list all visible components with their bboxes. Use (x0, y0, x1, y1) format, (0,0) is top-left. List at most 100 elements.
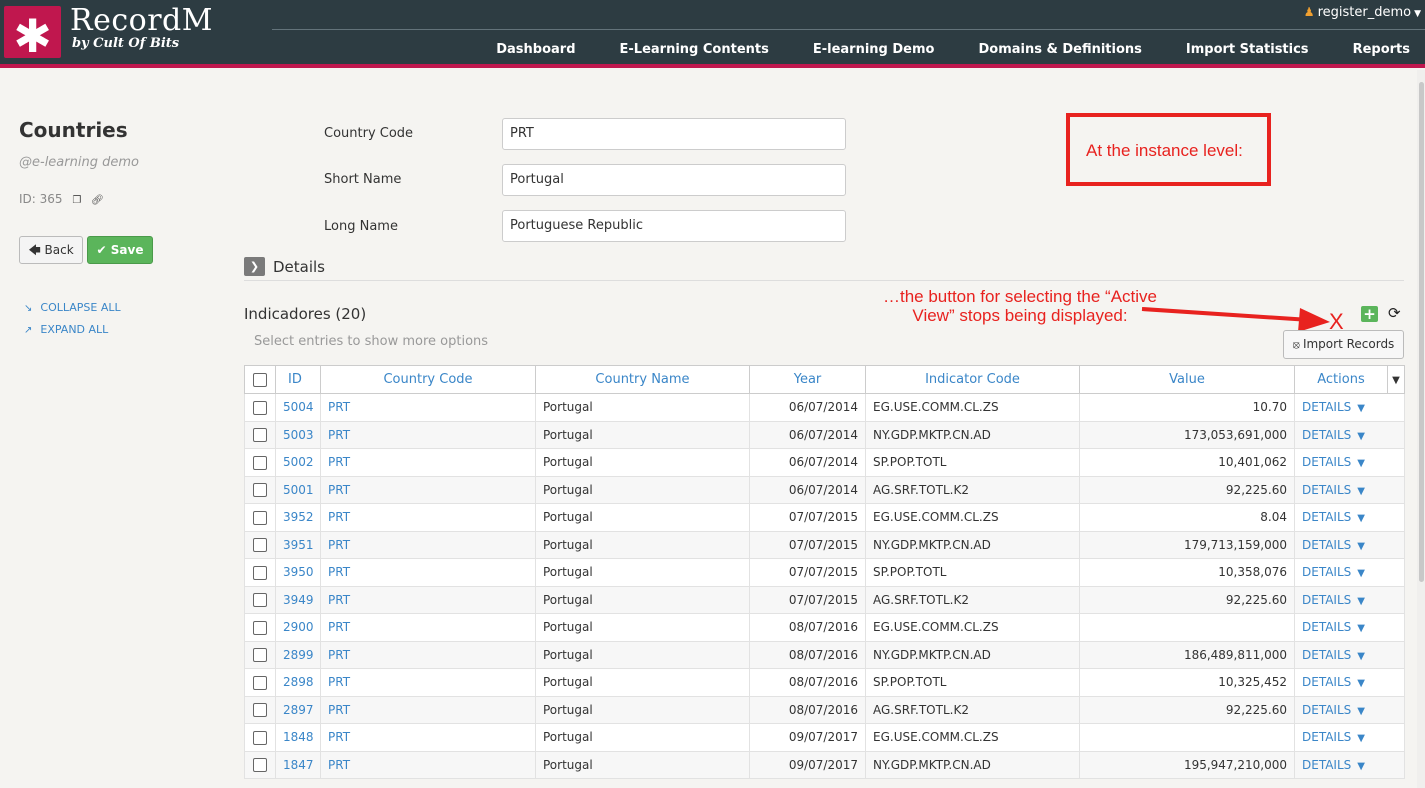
columns-menu-button[interactable]: ▼ (1387, 365, 1405, 394)
details-action[interactable]: DETAILS ▼ (1294, 476, 1405, 504)
save-button[interactable]: ✔ Save (87, 236, 153, 264)
table-row[interactable]: 3950 PRT Portugal 07/07/2015 SP.POP.TOTL 10,3… (244, 558, 1405, 587)
short-name-field[interactable]: Portugal (502, 164, 846, 196)
row-checkbox[interactable] (244, 393, 276, 422)
import-records-button[interactable]: ⦻ Import Records (1283, 330, 1404, 359)
table-row[interactable]: 1847 PRT Portugal 09/07/2017 NY.GDP.MKTP.CN.… (244, 751, 1405, 779)
cell-country-code[interactable]: PRT (320, 751, 536, 779)
table-row[interactable]: 5004 PRT Portugal 06/07/2014 EG.USE.COMM.CL.… (244, 393, 1405, 422)
row-checkbox[interactable] (244, 476, 276, 504)
table-row[interactable]: 3951 PRT Portugal 07/07/2015 NY.GDP.MKTP.CN.… (244, 531, 1405, 559)
table-row[interactable]: 2900 PRT Portugal 08/07/2016 EG.USE.COMM.CL.… (244, 613, 1405, 642)
details-action[interactable]: DETAILS ▼ (1294, 393, 1405, 422)
cell-id[interactable]: 5003 (275, 421, 321, 449)
cell-id[interactable]: 5004 (275, 393, 321, 422)
nav-domains-definitions[interactable]: Domains & Definitions (956, 42, 1163, 57)
cell-id[interactable]: 5001 (275, 476, 321, 504)
user-menu[interactable]: ♟ register_demo ▼ (1304, 5, 1421, 20)
column-header-country-code[interactable]: Country Code (320, 365, 536, 394)
cell-id[interactable]: 2900 (275, 613, 321, 642)
table-row[interactable]: 3949 PRT Portugal 07/07/2015 AG.SRF.TOTL.K2 9… (244, 586, 1405, 614)
row-checkbox[interactable] (244, 503, 276, 532)
details-action[interactable]: DETAILS ▼ (1294, 448, 1405, 477)
details-action[interactable]: DETAILS ▼ (1294, 531, 1405, 559)
back-button[interactable]: 🡄︎ Back (19, 236, 83, 264)
nav-reports[interactable]: Reports (1331, 42, 1425, 57)
table-row[interactable]: 2897 PRT Portugal 08/07/2016 AG.SRF.TOTL.K2 9… (244, 696, 1405, 724)
nav-elearning-contents[interactable]: E-Learning Contents (598, 42, 791, 57)
nav-elearning-demo[interactable]: E-learning Demo (791, 42, 957, 57)
cell-id[interactable]: 2899 (275, 641, 321, 669)
row-checkbox[interactable] (244, 613, 276, 642)
cell-country-code[interactable]: PRT (320, 448, 536, 477)
row-checkbox[interactable] (244, 696, 276, 724)
row-checkbox[interactable] (244, 421, 276, 449)
details-action[interactable]: DETAILS ▼ (1294, 641, 1405, 669)
details-action[interactable]: DETAILS ▼ (1294, 723, 1405, 752)
cell-country-code[interactable]: PRT (320, 531, 536, 559)
cell-country-code[interactable]: PRT (320, 641, 536, 669)
details-action[interactable]: DETAILS ▼ (1294, 613, 1405, 642)
country-code-field[interactable]: PRT (502, 118, 846, 150)
details-action[interactable]: DETAILS ▼ (1294, 668, 1405, 697)
table-row[interactable]: 5002 PRT Portugal 06/07/2014 SP.POP.TOTL 10,4… (244, 448, 1405, 477)
cell-id[interactable]: 3951 (275, 531, 321, 559)
table-row[interactable]: 2899 PRT Portugal 08/07/2016 NY.GDP.MKTP.CN.… (244, 641, 1405, 669)
details-action[interactable]: DETAILS ▼ (1294, 751, 1405, 779)
column-header-country-name[interactable]: Country Name (535, 365, 750, 394)
row-checkbox[interactable] (244, 448, 276, 477)
cell-id[interactable]: 1847 (275, 751, 321, 779)
cell-country-code[interactable]: PRT (320, 586, 536, 614)
details-toggle[interactable]: ❯ Details (244, 257, 325, 276)
cell-country-code[interactable]: PRT (320, 476, 536, 504)
cell-id[interactable]: 3952 (275, 503, 321, 532)
cell-id[interactable]: 2897 (275, 696, 321, 724)
cell-country-code[interactable]: PRT (320, 613, 536, 642)
cell-country-code[interactable]: PRT (320, 503, 536, 532)
details-action[interactable]: DETAILS ▼ (1294, 503, 1405, 532)
row-checkbox[interactable] (244, 531, 276, 559)
long-name-field[interactable]: Portuguese Republic (502, 210, 846, 242)
table-row[interactable]: 5001 PRT Portugal 06/07/2014 AG.SRF.TOTL.K2 9… (244, 476, 1405, 504)
column-header-year[interactable]: Year (749, 365, 866, 394)
row-checkbox[interactable] (244, 558, 276, 587)
details-action[interactable]: DETAILS ▼ (1294, 696, 1405, 724)
column-header-value[interactable]: Value (1079, 365, 1295, 394)
cell-country-code[interactable]: PRT (320, 723, 536, 752)
brand[interactable]: RecordM by Cult Of Bits (70, 4, 213, 52)
table-row[interactable]: 2898 PRT Portugal 08/07/2016 SP.POP.TOTL 10,3… (244, 668, 1405, 697)
scrollbar-thumb[interactable] (1419, 82, 1424, 582)
collapse-all-link[interactable]: ↘ COLLAPSE ALL (24, 301, 121, 314)
table-row[interactable]: 1848 PRT Portugal 09/07/2017 EG.USE.COMM.CL.… (244, 723, 1405, 752)
row-checkbox[interactable] (244, 668, 276, 697)
table-row[interactable]: 5003 PRT Portugal 06/07/2014 NY.GDP.MKTP.CN.… (244, 421, 1405, 449)
cell-country-code[interactable]: PRT (320, 558, 536, 587)
select-all-checkbox[interactable] (244, 365, 276, 394)
refresh-icon[interactable]: ⟳ (1388, 304, 1401, 322)
details-action[interactable]: DETAILS ▼ (1294, 421, 1405, 449)
expand-all-link[interactable]: ↗ EXPAND ALL (24, 323, 108, 336)
cell-id[interactable]: 3949 (275, 586, 321, 614)
details-action[interactable]: DETAILS ▼ (1294, 558, 1405, 587)
logo-icon[interactable]: ✱ (4, 6, 61, 63)
add-icon[interactable]: + (1361, 306, 1378, 322)
link-icon[interactable]: 🔗︎ (91, 195, 104, 206)
cell-id[interactable]: 3950 (275, 558, 321, 587)
row-checkbox[interactable] (244, 751, 276, 779)
row-checkbox[interactable] (244, 641, 276, 669)
column-header-indicator-code[interactable]: Indicator Code (865, 365, 1080, 394)
nav-dashboard[interactable]: Dashboard (474, 42, 597, 57)
nav-import-statistics[interactable]: Import Statistics (1164, 42, 1331, 57)
cell-country-code[interactable]: PRT (320, 393, 536, 422)
table-row[interactable]: 3952 PRT Portugal 07/07/2015 EG.USE.COMM.CL.… (244, 503, 1405, 532)
row-checkbox[interactable] (244, 723, 276, 752)
cell-id[interactable]: 5002 (275, 448, 321, 477)
details-action[interactable]: DETAILS ▼ (1294, 586, 1405, 614)
cell-id[interactable]: 1848 (275, 723, 321, 752)
cell-country-code[interactable]: PRT (320, 696, 536, 724)
cell-id[interactable]: 2898 (275, 668, 321, 697)
column-header-id[interactable]: ID (275, 365, 321, 394)
copy-icon[interactable]: ❐ (72, 195, 81, 206)
column-header-actions[interactable]: Actions (1294, 365, 1388, 394)
cell-country-code[interactable]: PRT (320, 668, 536, 697)
